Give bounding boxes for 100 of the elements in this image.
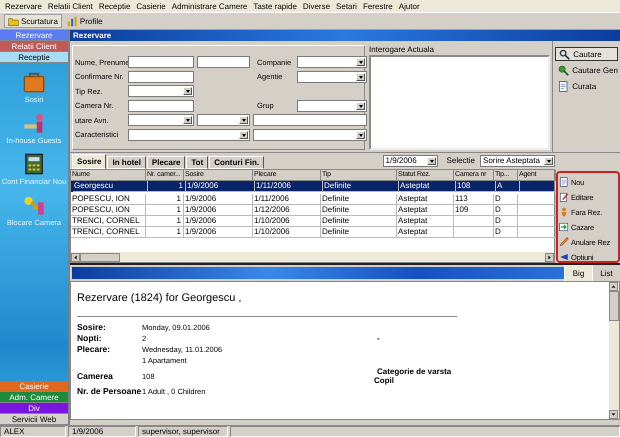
search-button[interactable]: Curata (555, 79, 618, 93)
menu-item[interactable]: Receptie (96, 2, 134, 10)
date-dropdown[interactable]: 1/9/2006 (382, 155, 438, 167)
sidebar-button[interactable]: Div (0, 403, 68, 414)
tab[interactable]: Sosire (72, 154, 106, 169)
calculator-icon[interactable] (23, 153, 45, 175)
dropdown[interactable] (297, 70, 367, 82)
dropdown[interactable] (128, 114, 194, 126)
sidebar-button[interactable]: Adm. Camere (0, 392, 68, 403)
dropdown[interactable] (128, 128, 250, 140)
status-field: 1/9/2006 (68, 426, 136, 437)
toolbar-button[interactable]: Profile (64, 14, 106, 28)
up-arrow-icon[interactable] (609, 282, 618, 291)
table-cell: 1/11/2006 (256, 181, 291, 190)
edit-icon (559, 192, 569, 202)
table-row[interactable]: POPESCU, ION 1 1/9/2006 1/12/2006 Definite Asteptat 109 D (71, 205, 554, 216)
chart-icon (66, 16, 78, 26)
detail-label: Plecare: (77, 344, 110, 354)
sidebar-button[interactable]: Servicii Web (0, 414, 68, 425)
menu-item[interactable]: Ferestre (360, 2, 396, 10)
input-field[interactable] (197, 56, 250, 68)
menu-item[interactable]: Diverse (300, 2, 334, 10)
table-row[interactable]: Georgescu 1 1/9/2006 1/11/2006 Definite Asteptat 108 A (71, 181, 554, 192)
dropdown[interactable] (253, 128, 367, 140)
sidebar-button[interactable]: Receptie (0, 52, 68, 63)
tab[interactable]: Plecare (146, 156, 186, 169)
status-field: ALEX (0, 426, 66, 437)
sidebar-button[interactable]: Relatii Client (0, 41, 68, 52)
table-cell: D (495, 216, 501, 225)
right-arrow-icon[interactable] (545, 252, 554, 262)
table-cell: Asteptat (398, 205, 428, 214)
table-cell: Definite (322, 205, 350, 214)
sidebar-button[interactable]: Rezervare (0, 30, 68, 41)
detail-extra: Categorie de varsta (377, 367, 452, 376)
table-cell: Asteptat (398, 194, 428, 203)
view-tab[interactable]: Big (564, 265, 592, 281)
detail-extra: - (377, 334, 381, 343)
input-field[interactable] (128, 100, 194, 112)
dropdown[interactable] (297, 56, 367, 68)
table-cell: D (495, 194, 501, 203)
left-arrow-icon[interactable] (71, 252, 80, 262)
table-cell: Asteptat (400, 181, 430, 190)
table-cell: 1/9/2006 (187, 181, 218, 190)
menu-item[interactable]: Taste rapide (250, 2, 300, 10)
table-cell: Asteptat (398, 227, 428, 236)
table-row[interactable]: TRENCI, CORNEL 1 1/9/2006 1/10/2006 Definite Asteptat D (71, 227, 554, 238)
table-row[interactable]: POPESCU, ION 1 1/9/2006 1/11/2006 Definite Asteptat 113 D (71, 194, 554, 205)
tab[interactable]: Conturi Fin. (209, 156, 264, 169)
selection-dropdown[interactable]: Sorire Asteptata (480, 155, 555, 167)
detail-extra: Copil (374, 376, 395, 385)
pencil-icon (559, 237, 569, 247)
scrollbar-thumb[interactable] (80, 252, 120, 262)
table-cell: 1/10/2006 (254, 227, 290, 236)
vertical-scrollbar[interactable] (609, 282, 619, 419)
document-icon (559, 177, 569, 187)
person-icon[interactable] (23, 112, 45, 134)
table-cell: Definite (322, 227, 350, 236)
menu-item[interactable]: Administrare Camere (168, 2, 250, 10)
window-title: Rezervare (73, 31, 112, 40)
table-cell: 1 (176, 227, 181, 236)
tab[interactable]: In hotel (107, 156, 146, 169)
down-arrow-icon[interactable] (609, 410, 618, 419)
figure-icon (559, 207, 569, 217)
table-cell: 1/11/2006 (254, 194, 289, 203)
detail-label: Camerea (77, 370, 113, 380)
reservation-title: Rezervare (1824) for Georgescu , (77, 291, 242, 306)
menu-item[interactable]: Ajutor (396, 2, 423, 10)
input-field[interactable] (128, 70, 194, 82)
table-cell: POPESCU, ION (72, 205, 130, 214)
menu-item[interactable]: Setari (333, 2, 360, 10)
table-cell: 1 (176, 216, 181, 225)
key-icon[interactable] (22, 194, 45, 216)
scrollbar-thumb[interactable] (609, 291, 619, 321)
dropdown[interactable] (297, 100, 367, 112)
input-field[interactable] (253, 114, 367, 126)
table-cell: Definite (322, 216, 350, 225)
tab[interactable]: Tot (186, 156, 208, 169)
menu-item[interactable]: Casierie (133, 2, 169, 10)
arrow-icon (559, 252, 569, 261)
search-button[interactable]: Cautare (555, 47, 618, 61)
horizontal-scrollbar[interactable] (71, 252, 554, 262)
table-cell: A (497, 181, 502, 190)
dropdown[interactable] (128, 85, 194, 97)
toolbar-button[interactable]: Scurtatura (4, 14, 62, 28)
dropdown[interactable] (197, 114, 250, 126)
search-icon (559, 48, 570, 60)
suitcase-icon[interactable] (23, 71, 45, 93)
table-cell: Asteptat (398, 216, 428, 225)
table-cell: D (495, 227, 501, 236)
table-cell: Definite (322, 194, 350, 203)
search-button[interactable]: Cautare Gen (555, 63, 618, 77)
table-cell: 1 (178, 181, 183, 190)
menu-item[interactable]: Rezervare (2, 2, 45, 10)
table-cell: 1/9/2006 (185, 216, 216, 225)
table-row[interactable]: TRENCI, CORNEL 1 1/9/2006 1/10/2006 Definite Asteptat D (71, 216, 554, 227)
folder-icon (8, 16, 19, 26)
table-cell: 108 (457, 181, 470, 190)
input-field[interactable] (128, 56, 194, 68)
detail-label: Nr. de Persoane (77, 386, 142, 396)
menu-item[interactable]: Relatii Client (44, 2, 96, 10)
